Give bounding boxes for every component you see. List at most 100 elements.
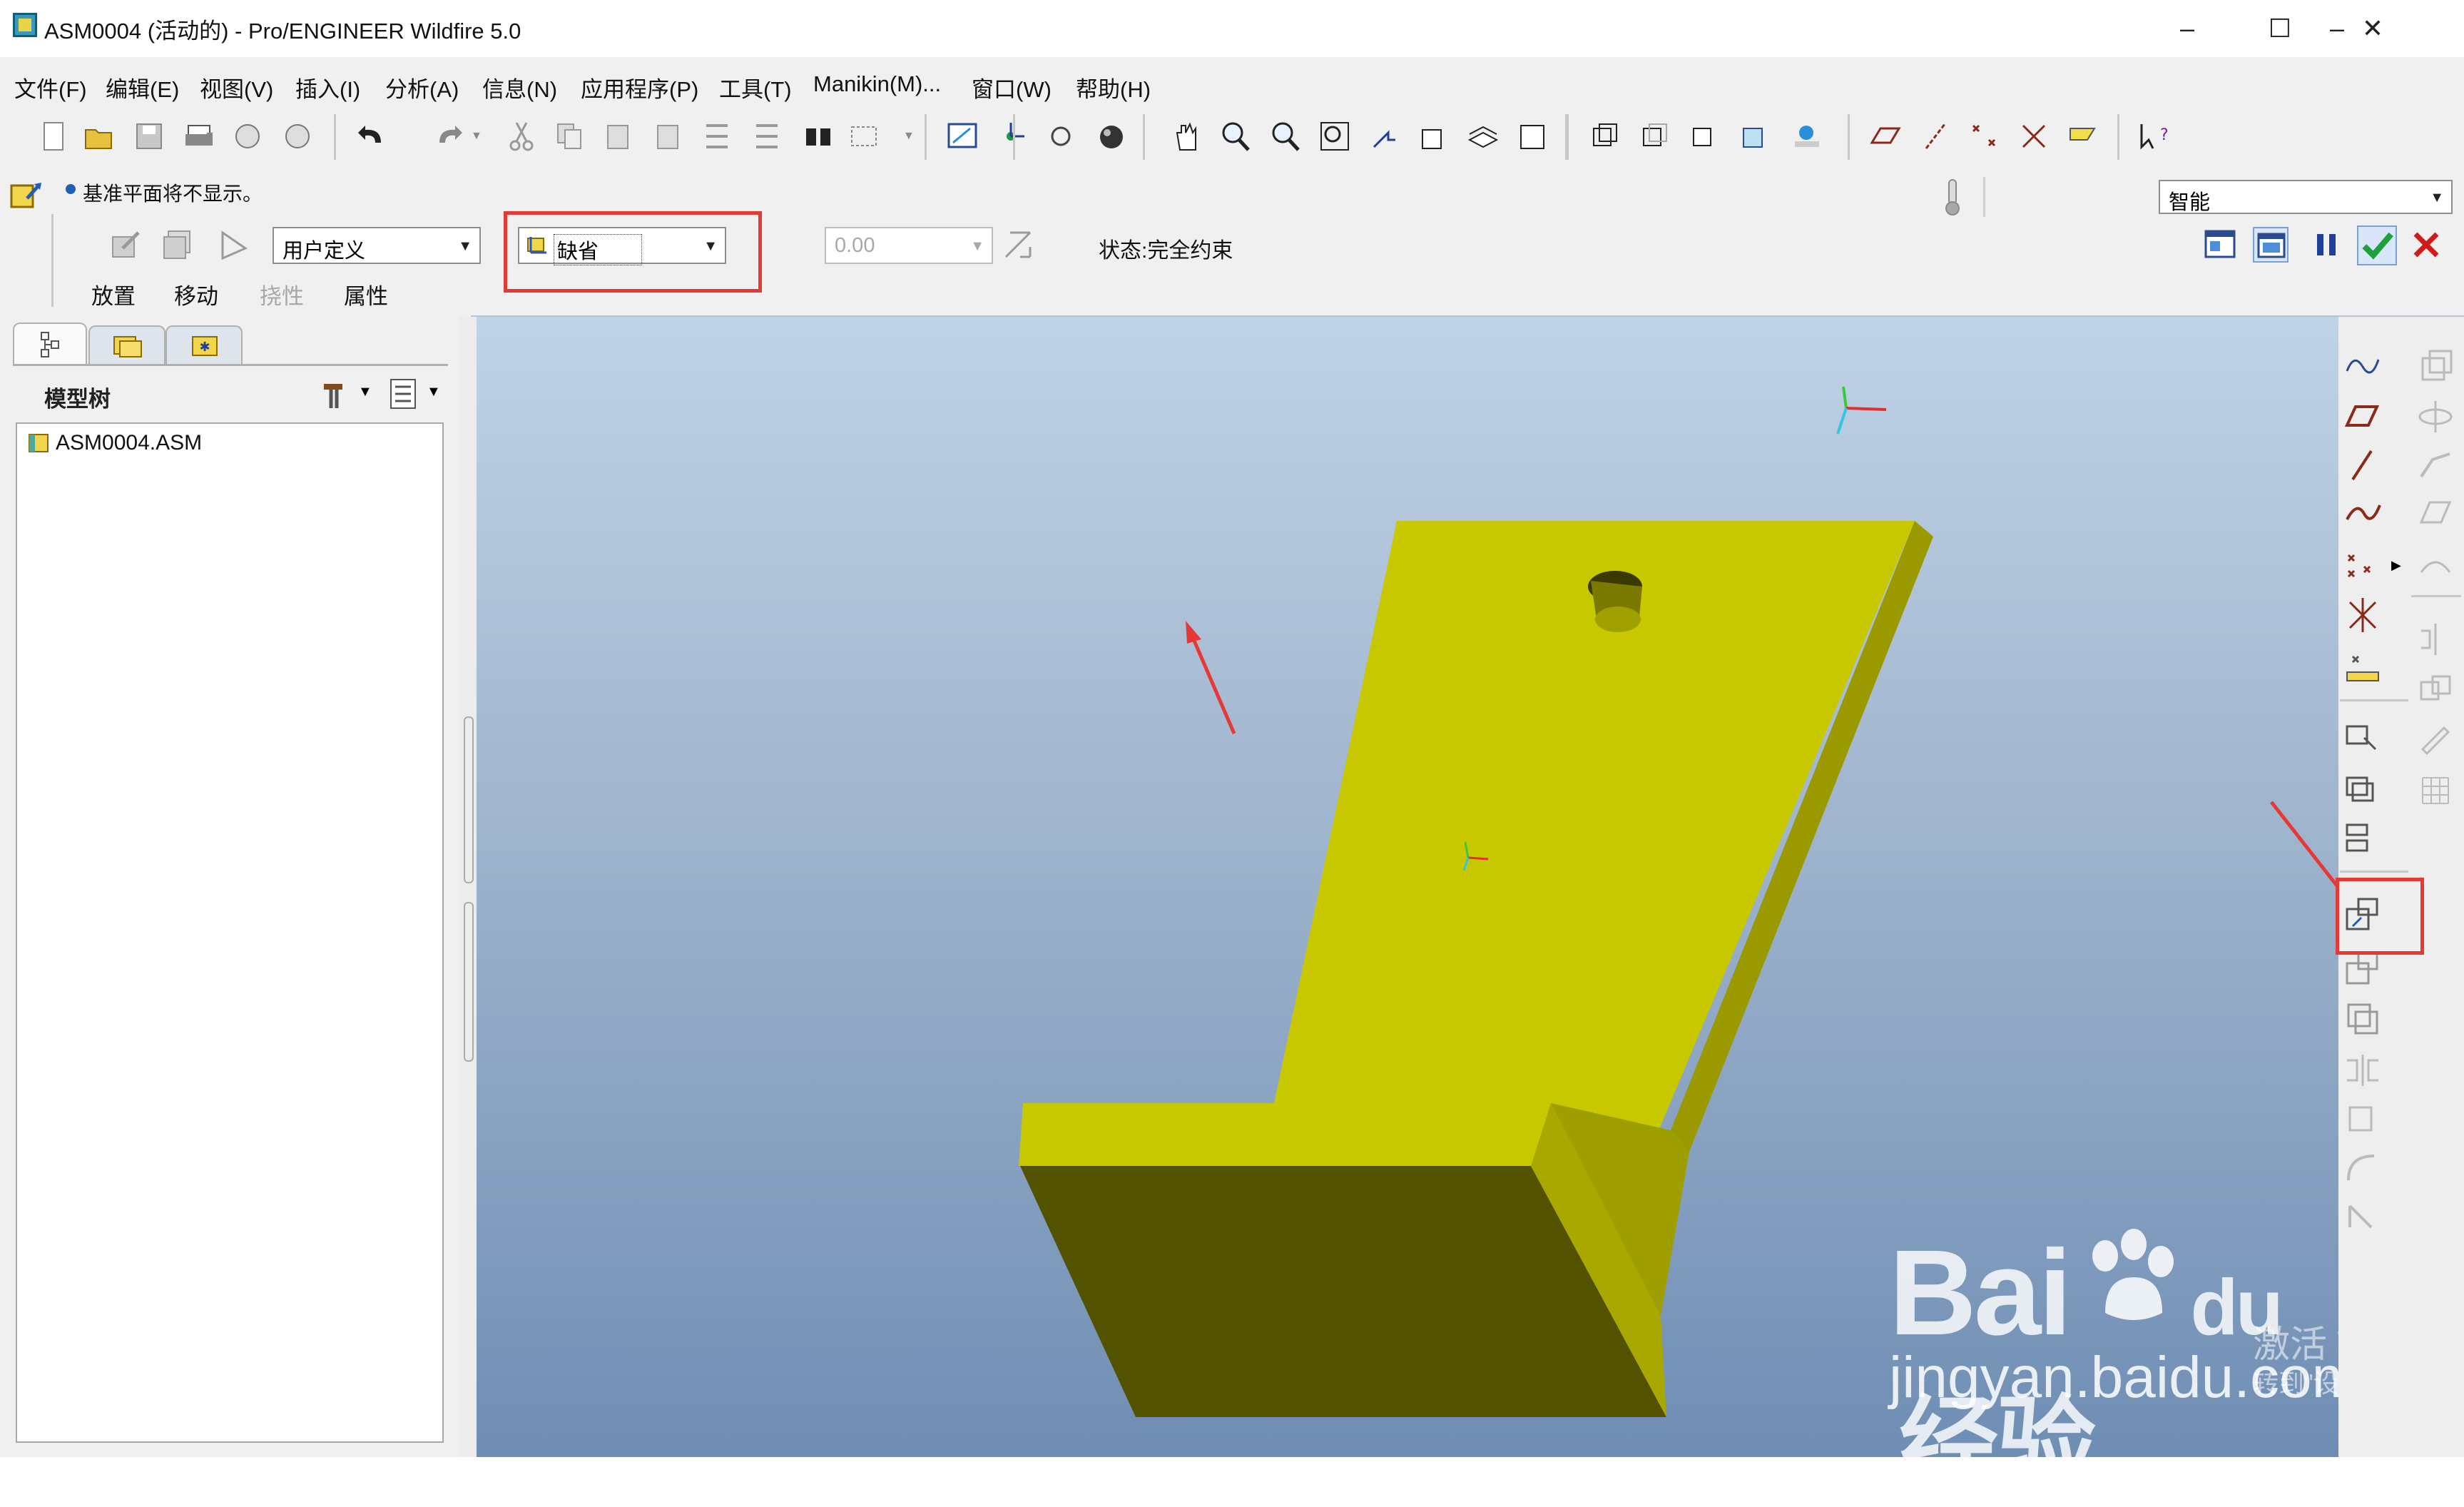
regenerate-icon[interactable] xyxy=(699,118,735,154)
pattern-icon[interactable] xyxy=(2415,771,2455,811)
cancel-button[interactable] xyxy=(2408,227,2444,263)
send-mail-icon[interactable] xyxy=(230,118,265,154)
close-button[interactable]: ✕ xyxy=(2330,0,2415,57)
chevron-down-icon[interactable]: ▼ xyxy=(471,130,482,143)
tab-favorites[interactable]: ✱ xyxy=(166,325,243,365)
save-icon[interactable] xyxy=(131,118,167,154)
tab-properties[interactable]: 属性 xyxy=(344,278,388,310)
menu-analysis[interactable]: 分析(A) xyxy=(385,71,459,103)
pause-button[interactable] xyxy=(2308,227,2344,263)
mirror-tool-icon[interactable] xyxy=(2415,619,2455,659)
new-icon[interactable] xyxy=(36,118,71,154)
flip-offset-icon[interactable] xyxy=(1000,227,1036,263)
chevron-down-icon[interactable]: ▼ xyxy=(427,384,441,400)
select-box-icon[interactable] xyxy=(846,118,882,154)
trim-icon[interactable] xyxy=(2415,721,2455,761)
show-component-window-button[interactable] xyxy=(2253,227,2289,263)
menu-tools[interactable]: 工具(T) xyxy=(719,71,792,103)
send-link-icon[interactable] xyxy=(280,118,315,154)
menu-insert[interactable]: 插入(I) xyxy=(295,71,360,103)
redo-icon[interactable] xyxy=(431,118,467,154)
minimize-btn[interactable]: – xyxy=(2144,0,2230,57)
constraint-type-dropdown[interactable]: 缺省 ▼ xyxy=(518,227,726,265)
separate-window-icon[interactable] xyxy=(160,227,195,263)
datum-points-icon[interactable] xyxy=(1966,118,2002,154)
copy-icon[interactable] xyxy=(552,118,588,154)
sketched-datum-icon[interactable] xyxy=(2343,345,2383,385)
mirror-icon[interactable] xyxy=(2343,1050,2383,1090)
shading-icon[interactable] xyxy=(1094,118,1130,154)
tab-model-tree[interactable] xyxy=(13,323,87,365)
tab-move[interactable]: 移动 xyxy=(174,278,218,310)
datum-planes-icon[interactable] xyxy=(1868,118,1903,154)
offset-value-input[interactable]: 0.00 ▼ xyxy=(825,227,993,264)
repaint-icon[interactable] xyxy=(945,118,980,154)
menu-edit[interactable]: 编辑(E) xyxy=(106,71,179,103)
wireframe-icon[interactable] xyxy=(1587,118,1622,154)
graphics-window[interactable]: Bai du经验 jingyan.baidu.com 激活 Window 转到"… xyxy=(477,317,2464,1499)
maximize-button[interactable]: ☐ xyxy=(2237,0,2323,57)
sweep-icon[interactable] xyxy=(2415,445,2455,485)
annotations-icon[interactable] xyxy=(2066,118,2102,154)
regen-manager-icon[interactable] xyxy=(749,118,785,154)
layers-icon[interactable] xyxy=(1465,118,1501,154)
cut-out-icon[interactable] xyxy=(2343,1099,2383,1139)
refit-icon[interactable] xyxy=(1317,118,1353,154)
coordinate-system-icon[interactable] xyxy=(2343,595,2383,635)
model-display-icon[interactable] xyxy=(1789,118,1825,154)
repeat-component-icon[interactable] xyxy=(2343,999,2383,1039)
assemble-icon[interactable] xyxy=(2343,716,2383,756)
open-icon[interactable] xyxy=(81,118,117,154)
confirm-button[interactable] xyxy=(2357,225,2397,265)
pan-icon[interactable] xyxy=(1169,118,1204,154)
datum-plane-icon[interactable] xyxy=(2343,397,2383,437)
extrude-icon[interactable] xyxy=(2415,345,2455,385)
flexibility-icon[interactable] xyxy=(217,227,253,263)
menu-info[interactable]: 信息(N) xyxy=(482,71,557,103)
tab-folder-browser[interactable] xyxy=(88,325,166,365)
zoom-in-icon[interactable] xyxy=(1217,118,1253,154)
reorient-icon[interactable] xyxy=(1367,118,1402,154)
cut-icon[interactable] xyxy=(504,118,539,154)
menu-manikin[interactable]: Manikin(M)... xyxy=(813,71,941,97)
blend-icon[interactable] xyxy=(2415,494,2455,534)
datum-axes-icon[interactable] xyxy=(1918,118,1953,154)
panel-splitter[interactable] xyxy=(459,317,477,1457)
show-options-icon[interactable] xyxy=(387,375,422,412)
context-help-icon[interactable]: ? xyxy=(2136,118,2172,154)
hidden-line-icon[interactable] xyxy=(1636,118,1672,154)
chamfer-icon[interactable] xyxy=(2343,1199,2383,1239)
chevron-down-icon[interactable]: ▼ xyxy=(204,130,215,143)
settings-tools-icon[interactable] xyxy=(317,375,354,412)
chevron-down-icon[interactable]: ▼ xyxy=(903,130,915,143)
no-hidden-icon[interactable] xyxy=(1686,118,1722,154)
shading-mode-icon[interactable] xyxy=(1736,118,1772,154)
selection-filter-dropdown[interactable]: 智能 ▼ xyxy=(2159,180,2453,214)
zoom-out-icon[interactable] xyxy=(1267,118,1303,154)
edit-constraint-icon[interactable] xyxy=(108,227,144,263)
paste-special-icon[interactable] xyxy=(651,118,686,154)
undo-icon[interactable] xyxy=(354,118,390,154)
orient-mode-icon[interactable] xyxy=(1043,118,1079,154)
menu-help[interactable]: 帮助(H) xyxy=(1076,71,1151,103)
chevron-down-icon[interactable]: ▼ xyxy=(358,384,372,400)
menu-applications[interactable]: 应用程序(P) xyxy=(581,71,698,103)
paste-icon[interactable] xyxy=(601,118,636,154)
separate-window-button[interactable] xyxy=(2203,227,2239,263)
datum-point-icon[interactable] xyxy=(2343,545,2383,585)
revolve-icon[interactable] xyxy=(2415,397,2455,437)
tab-placement[interactable]: 放置 xyxy=(91,278,136,310)
menu-file[interactable]: 文件(F) xyxy=(14,71,87,103)
copy-component-icon[interactable] xyxy=(2343,949,2383,989)
view-manager-icon[interactable] xyxy=(1515,118,1551,154)
chevron-right-icon[interactable]: ▶ xyxy=(2391,558,2401,573)
spin-center-icon[interactable] xyxy=(993,118,1029,154)
constraint-set-dropdown[interactable]: 用户定义 ▼ xyxy=(273,227,481,264)
round-icon[interactable] xyxy=(2343,1149,2383,1189)
menu-view[interactable]: 视图(V) xyxy=(200,71,273,103)
tab-flexibility[interactable]: 挠性 xyxy=(260,278,304,310)
saved-views-icon[interactable] xyxy=(1417,118,1452,154)
create-assembly-icon[interactable] xyxy=(2343,819,2383,859)
analysis-feature-icon[interactable] xyxy=(2343,646,2383,686)
tree-item-root-assembly[interactable]: ASM0004.ASM xyxy=(56,431,202,455)
